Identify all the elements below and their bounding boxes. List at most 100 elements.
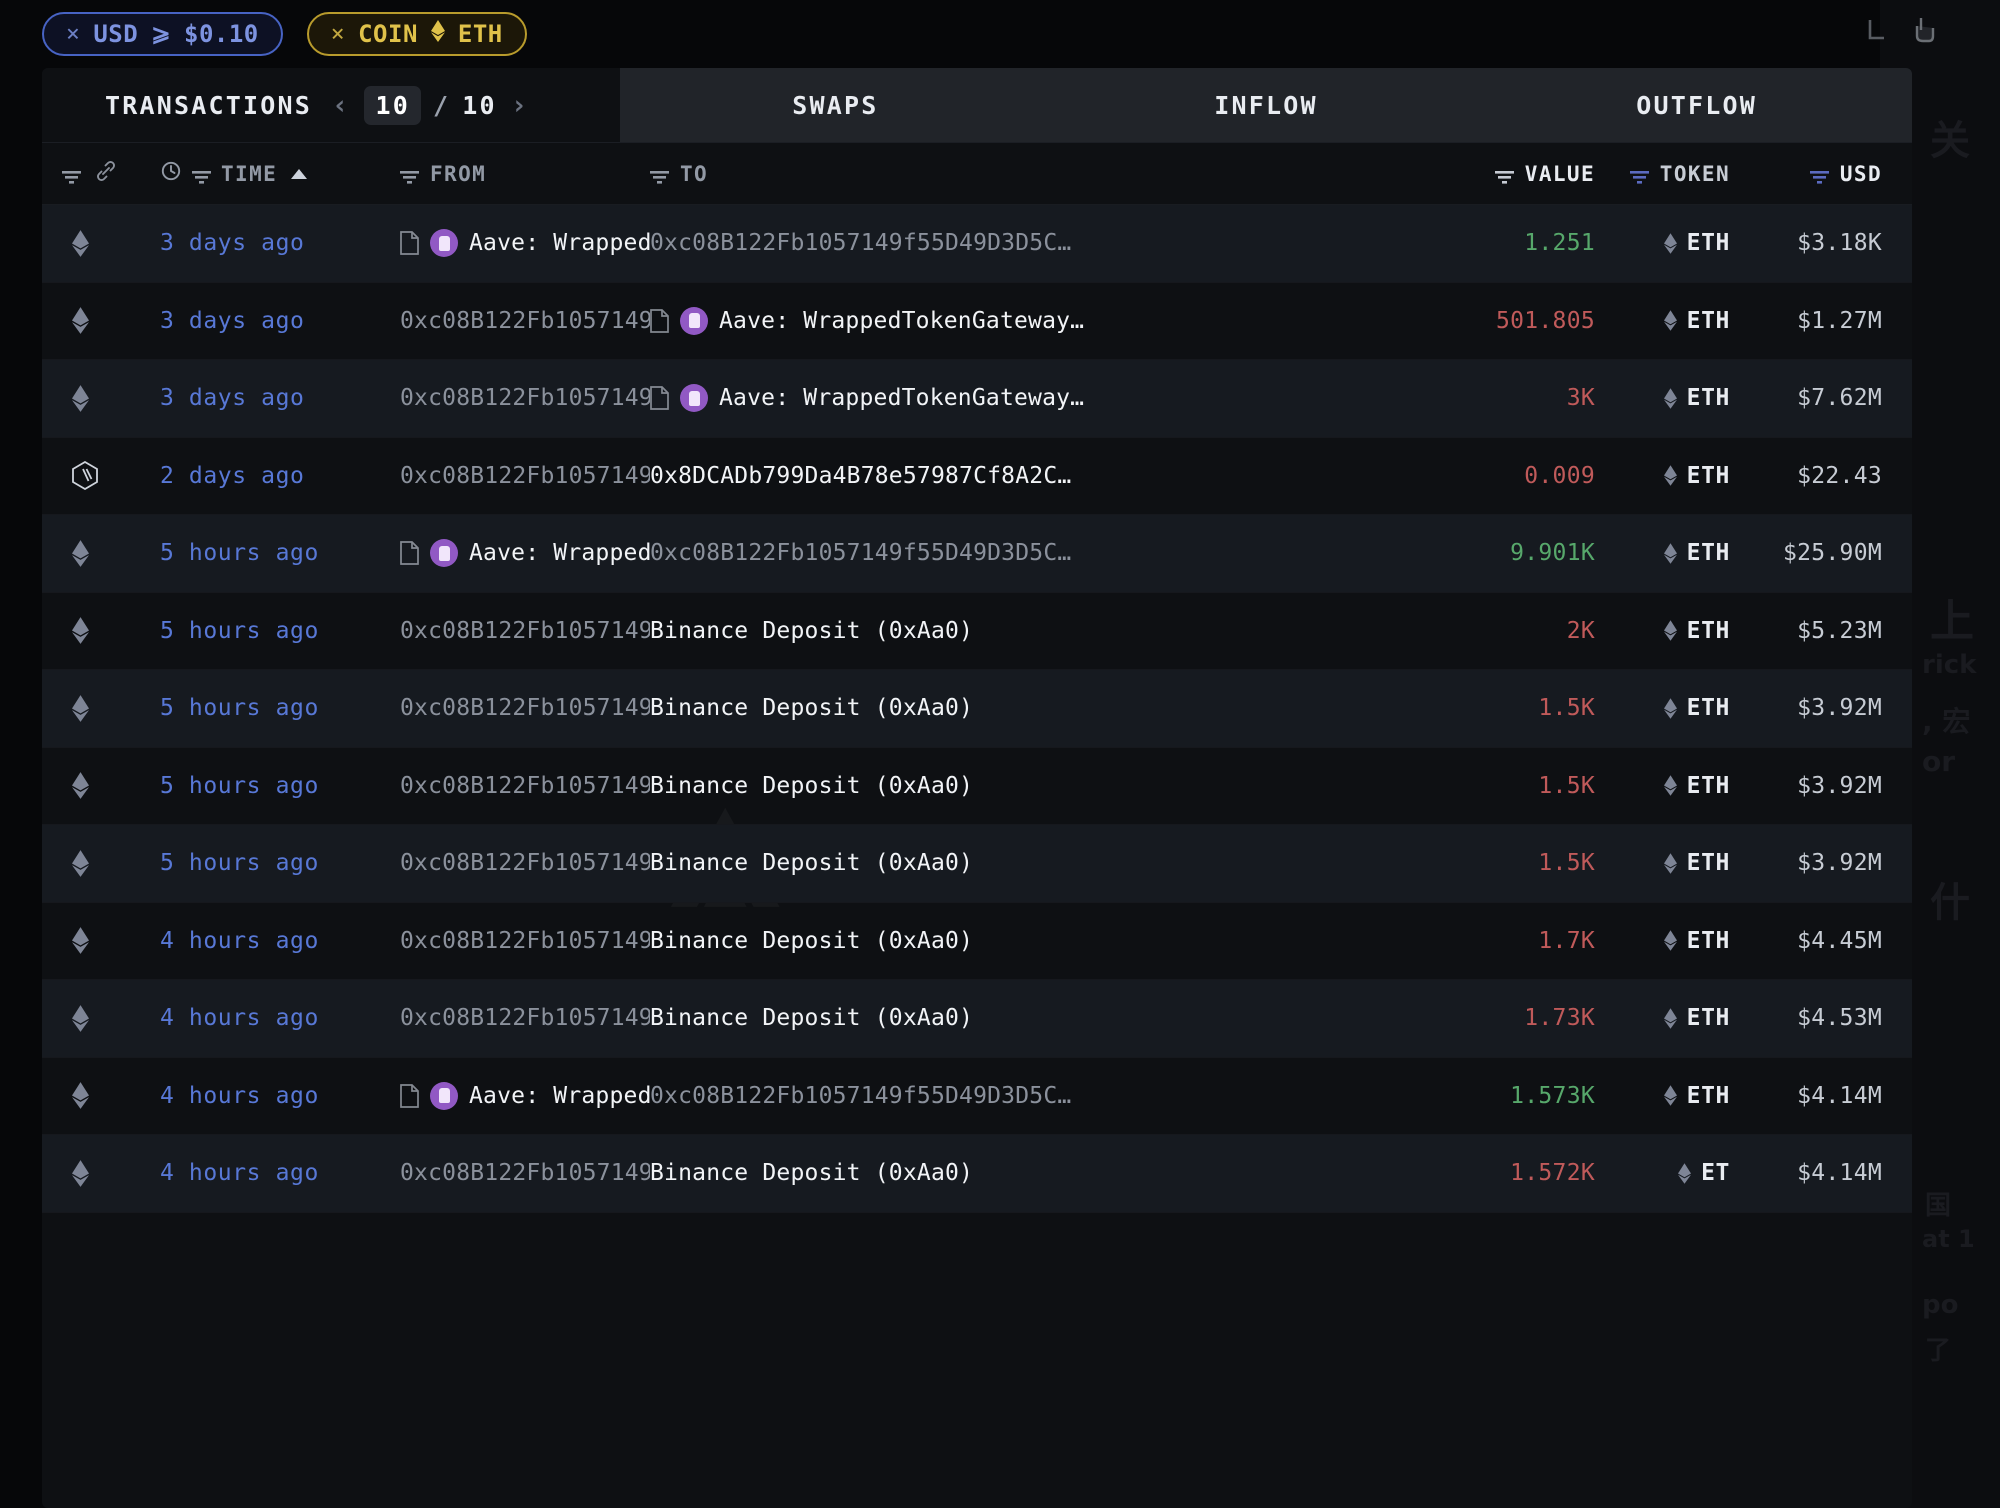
tab-outflow[interactable]: OUTFLOW [1481,68,1912,142]
row-to-cell[interactable]: Binance Deposit (0xAa0) [650,773,1395,799]
table-row[interactable]: 5 hours ago0xc08B122Fb1057149f55D49D3D5C… [42,825,1912,903]
usd-filter-funnel-icon[interactable] [1809,166,1829,184]
row-from-cell[interactable]: 0xc08B122Fb1057149f55D49D3D5C… [400,695,650,721]
remove-coin-filter-icon[interactable]: × [331,21,345,47]
to-label[interactable]: Aave: WrappedTokenGateway… [719,308,1084,334]
table-row[interactable]: 5 hours ago0xc08B122Fb1057149f55D49D3D5C… [42,593,1912,670]
row-from-cell[interactable]: 0xc08B122Fb1057149f55D49D3D5C… [400,618,650,644]
value-filter-funnel-icon[interactable] [1494,166,1514,184]
from-label[interactable]: Aave: WrappedTokenGateway… [469,540,650,566]
filter-chip-coin[interactable]: × COIN ETH [306,12,527,56]
remove-usd-filter-icon[interactable]: × [66,21,80,47]
to-filter-funnel-icon[interactable] [650,166,669,184]
row-from-cell[interactable]: Aave: WrappedTokenGateway… [400,539,650,568]
to-label[interactable]: 0xc08B122Fb1057149f55D49D3D5C… [650,1083,1071,1109]
row-time-cell[interactable]: 4 hours ago [160,928,400,954]
to-label[interactable]: Binance Deposit (0xAa0) [650,618,973,644]
tab-inflow[interactable]: INFLOW [1051,68,1482,142]
to-label[interactable]: Binance Deposit (0xAa0) [650,773,973,799]
row-from-cell[interactable]: 0xc08B122Fb1057149f55D49D3D5C… [400,1005,650,1031]
row-token-cell[interactable]: ET [1595,1160,1730,1186]
row-time-cell[interactable]: 2 days ago [160,463,400,489]
row-token-cell[interactable]: ETH [1595,695,1730,721]
row-token-cell[interactable]: ETH [1595,385,1730,411]
filter-funnel-icon[interactable] [62,166,81,184]
row-token-cell[interactable]: ETH [1595,540,1730,566]
tab-swaps[interactable]: SWAPS [620,68,1051,142]
row-to-cell[interactable]: Binance Deposit (0xAa0) [650,1160,1395,1186]
table-row[interactable]: 2 days ago0xc08B122Fb1057149f55D49D3D5C…… [42,438,1912,515]
row-to-cell[interactable]: Aave: WrappedTokenGateway… [650,384,1395,413]
table-row[interactable]: 5 hours ago0xc08B122Fb1057149f55D49D3D5C… [42,748,1912,825]
tab-transactions[interactable]: TRANSACTIONS ‹ 10 / 10 › [42,68,620,142]
row-to-cell[interactable]: Binance Deposit (0xAa0) [650,850,1395,876]
from-label[interactable]: 0xc08B122Fb1057149f55D49D3D5C… [400,1005,650,1031]
from-filter-funnel-icon[interactable] [400,166,419,184]
row-time-cell[interactable]: 3 days ago [160,230,400,256]
to-label[interactable]: 0xc08B122Fb1057149f55D49D3D5C… [650,540,1071,566]
from-label[interactable]: 0xc08B122Fb1057149f55D49D3D5C… [400,695,650,721]
table-row[interactable]: 3 days ago0xc08B122Fb1057149f55D49D3D5C…… [42,283,1912,360]
row-time-cell[interactable]: 5 hours ago [160,618,400,644]
row-from-cell[interactable]: Aave: WrappedTokenGateway… [400,1081,650,1110]
from-label[interactable]: 0xc08B122Fb1057149f55D49D3D5C… [400,928,650,954]
from-label[interactable]: 0xc08B122Fb1057149f55D49D3D5C… [400,463,650,489]
row-token-cell[interactable]: ETH [1595,850,1730,876]
row-token-cell[interactable]: ETH [1595,618,1730,644]
row-from-cell[interactable]: 0xc08B122Fb1057149f55D49D3D5C… [400,463,650,489]
from-label[interactable]: 0xc08B122Fb1057149f55D49D3D5C… [400,1160,650,1186]
row-time-cell[interactable]: 3 days ago [160,385,400,411]
to-label[interactable]: Binance Deposit (0xAa0) [650,1160,973,1186]
table-row[interactable]: 3 days ago Aave: WrappedTokenGateway…0xc0… [42,205,1912,283]
row-to-cell[interactable]: Binance Deposit (0xAa0) [650,618,1395,644]
sort-ascending-icon[interactable] [291,168,308,179]
table-row[interactable]: 4 hours ago0xc08B122Fb1057149f55D49D3D5C… [42,1135,1912,1213]
from-label[interactable]: 0xc08B122Fb1057149f55D49D3D5C… [400,850,650,876]
to-label[interactable]: 0x8DCADb799Da4B78e57987Cf8A2C… [650,463,1071,489]
row-to-cell[interactable]: Aave: WrappedTokenGateway… [650,306,1395,335]
row-time-cell[interactable]: 5 hours ago [160,850,400,876]
row-to-cell[interactable]: 0xc08B122Fb1057149f55D49D3D5C… [650,230,1395,256]
column-header-value[interactable]: VALUE [1395,162,1595,186]
row-time-cell[interactable]: 4 hours ago [160,1083,400,1109]
column-header-token[interactable]: TOKEN [1595,162,1730,186]
row-time-cell[interactable]: 3 days ago [160,308,400,334]
row-to-cell[interactable]: Binance Deposit (0xAa0) [650,1005,1395,1031]
column-header-time[interactable]: TIME [160,160,400,187]
to-label[interactable]: Binance Deposit (0xAa0) [650,850,973,876]
row-token-cell[interactable]: ETH [1595,308,1730,334]
to-label[interactable]: 0xc08B122Fb1057149f55D49D3D5C… [650,230,1071,256]
table-row[interactable]: 3 days ago0xc08B122Fb1057149f55D49D3D5C…… [42,360,1912,438]
next-page-icon[interactable]: › [509,90,531,121]
table-row[interactable]: 4 hours ago0xc08B122Fb1057149f55D49D3D5C… [42,903,1912,980]
row-from-cell[interactable]: Aave: WrappedTokenGateway… [400,229,650,258]
row-token-cell[interactable]: ETH [1595,928,1730,954]
row-token-cell[interactable]: ETH [1595,230,1730,256]
filter-chip-usd[interactable]: × USD ⩾ $0.10 [42,12,283,56]
row-from-cell[interactable]: 0xc08B122Fb1057149f55D49D3D5C… [400,773,650,799]
row-time-cell[interactable]: 5 hours ago [160,695,400,721]
row-to-cell[interactable]: Binance Deposit (0xAa0) [650,695,1395,721]
time-filter-funnel-icon[interactable] [192,166,211,184]
to-label[interactable]: Aave: WrappedTokenGateway… [719,385,1084,411]
row-token-cell[interactable]: ETH [1595,1083,1730,1109]
bracket-icon[interactable] [1862,14,1888,48]
row-time-cell[interactable]: 4 hours ago [160,1160,400,1186]
from-label[interactable]: 0xc08B122Fb1057149f55D49D3D5C… [400,618,650,644]
column-header-chain[interactable] [42,160,160,187]
from-label[interactable]: 0xc08B122Fb1057149f55D49D3D5C… [400,773,650,799]
column-header-usd[interactable]: USD [1730,162,1912,186]
row-to-cell[interactable]: 0x8DCADb799Da4B78e57987Cf8A2C… [650,463,1395,489]
row-to-cell[interactable]: Binance Deposit (0xAa0) [650,928,1395,954]
row-time-cell[interactable]: 4 hours ago [160,1005,400,1031]
row-token-cell[interactable]: ETH [1595,1005,1730,1031]
row-time-cell[interactable]: 5 hours ago [160,773,400,799]
from-label[interactable]: Aave: WrappedTokenGateway… [469,230,650,256]
table-row[interactable]: 4 hours ago Aave: WrappedTokenGateway…0xc… [42,1058,1912,1135]
to-label[interactable]: Binance Deposit (0xAa0) [650,928,973,954]
column-header-from[interactable]: FROM [400,162,650,186]
to-label[interactable]: Binance Deposit (0xAa0) [650,1005,973,1031]
prev-page-icon[interactable]: ‹ [330,90,352,121]
row-to-cell[interactable]: 0xc08B122Fb1057149f55D49D3D5C… [650,1083,1395,1109]
row-to-cell[interactable]: 0xc08B122Fb1057149f55D49D3D5C… [650,540,1395,566]
